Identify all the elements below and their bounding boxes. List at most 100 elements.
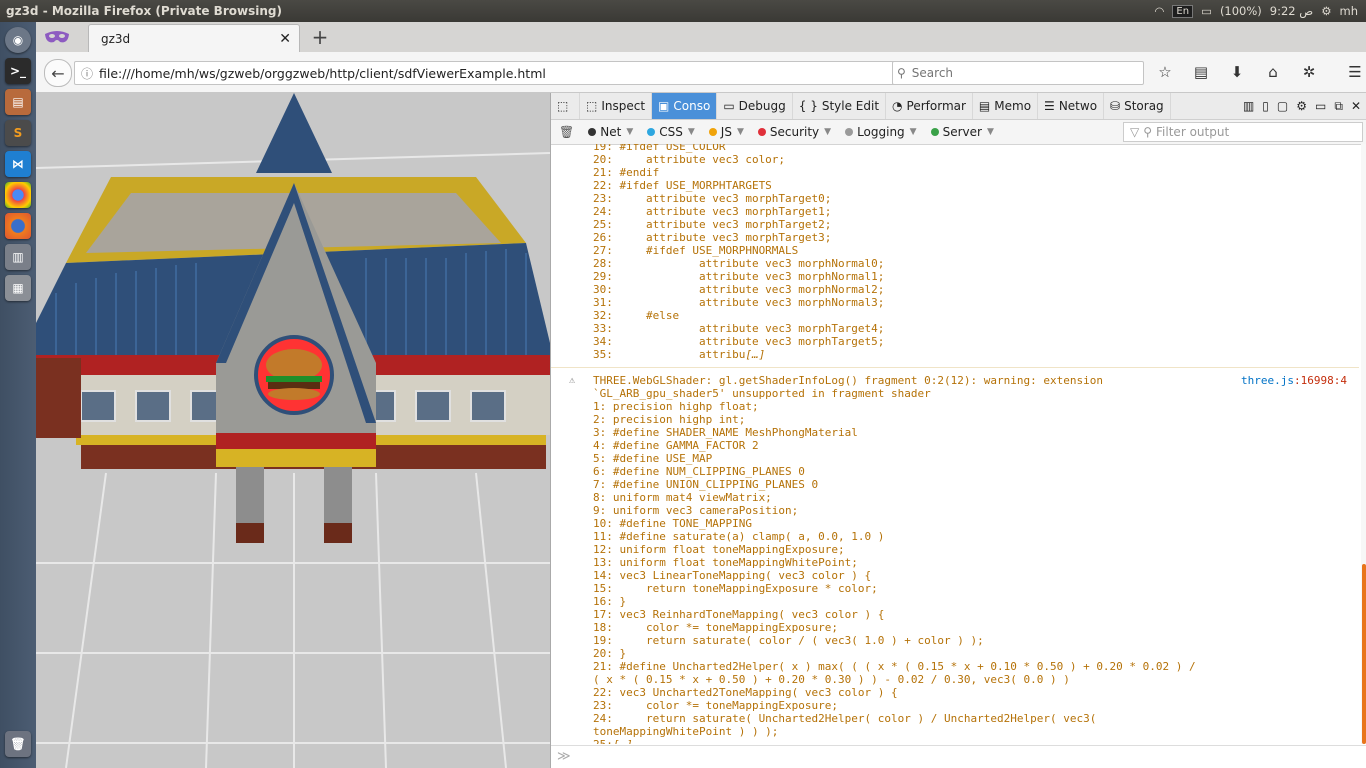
console-line: 31: attribute vec3 morphNormal3; [593,296,885,309]
filter-dot [845,128,854,136]
filter-button-0[interactable]: Net ▼ [588,125,633,139]
user-name[interactable]: mh [1340,4,1359,18]
close-tab-icon[interactable]: ✕ [279,31,291,47]
filter-dot [930,128,939,136]
console-line: 5: #define USE_MAP [593,452,713,465]
chevron-down-icon: ▼ [626,127,634,137]
firefox-icon[interactable] [5,213,31,239]
extension-icon[interactable]: ✲ [1296,59,1322,85]
console-line: 22: #ifdef USE_MORPHTARGETS [593,179,772,192]
console-line: 11: #define saturate(a) clamp( a, 0.0, 1… [593,530,885,543]
3d-viewport[interactable] [36,93,550,768]
devtools-tab-4[interactable]: ◔ Performar [886,93,973,119]
scrollbar-thumb[interactable] [1362,564,1366,744]
vscode-icon[interactable]: ⋈ [5,151,31,177]
hamburger-menu-icon[interactable]: ☰ [1342,59,1366,85]
console-line: `GL_ARB_gpu_shader5' unsupported in frag… [593,387,931,400]
filter-button-4[interactable]: Logging ▼ [845,125,917,139]
filter-button-2[interactable]: JS ▼ [708,125,744,139]
devtools-tab-label: Memo [994,99,1032,113]
devtools-tab-6[interactable]: ☰ Netwo [1038,93,1105,119]
console-line: 4: #define GAMMA_FACTOR 2 [593,439,759,452]
bookmark-star-icon[interactable]: ☆ [1152,59,1178,85]
gear-icon[interactable]: ⚙ [1321,4,1331,18]
filter-button-5[interactable]: Server ▼ [930,125,994,139]
filter-output-input[interactable]: ▽ ⚲ Filter output [1123,122,1363,142]
navigation-bar: ← ⓘ file:///home/mh/ws/gzweb/orggzweb/ht… [36,52,1366,93]
search-input[interactable] [909,65,1143,81]
chevron-down-icon: ▼ [986,127,994,137]
dock-bottom-icon[interactable]: ▭ [1315,99,1326,114]
filter-dot [757,128,766,136]
home-icon[interactable]: ⌂ [1260,59,1286,85]
devtools-tab-1[interactable]: ▣ Conso [652,93,718,119]
filter-button-3[interactable]: Security ▼ [757,125,832,139]
filter-label: Logging [857,125,905,139]
trash-clear-icon[interactable]: 🗑 [559,125,574,139]
downloads-icon[interactable]: ⬇ [1224,59,1250,85]
filter-placeholder: Filter output [1156,125,1230,139]
text-editor-icon[interactable]: ▥ [5,244,31,270]
reading-list-icon[interactable]: ▤ [1188,59,1214,85]
trash-icon[interactable]: 🗑 [5,731,31,757]
wifi-icon[interactable]: ◠ [1154,4,1164,18]
3d-scene[interactable] [36,93,550,768]
devtools-tab-3[interactable]: { } Style Edit [793,93,887,119]
chrome-icon[interactable] [5,182,31,208]
close-devtools-icon[interactable]: ✕ [1351,99,1361,114]
url-text[interactable]: file:///home/mh/ws/gzweb/orggzweb/http/c… [99,66,896,81]
console-line: 9: uniform vec3 cameraPosition; [593,504,799,517]
files-icon[interactable]: ▤ [5,89,31,115]
console-line: 17: vec3 ReinhardToneMapping( vec3 color… [593,608,885,621]
filter-label: CSS [659,125,683,139]
url-bar[interactable]: ⓘ file:///home/mh/ws/gzweb/orggzweb/http… [74,61,918,85]
browser-tab[interactable]: gz3d ✕ [88,24,300,53]
devtools-tab-2[interactable]: ▭ Debugg [717,93,793,119]
new-tab-button[interactable]: + [308,25,332,49]
console-line: 3: #define SHADER_NAME MeshPhongMaterial [593,426,858,439]
console-input[interactable]: ≫ [551,745,1366,768]
filter-button-1[interactable]: CSS ▼ [647,125,695,139]
terminal-icon[interactable]: >_ [5,58,31,84]
dash-icon[interactable]: ◉ [5,27,31,53]
console-filter-bar: 🗑 Net ▼ CSS ▼ JS ▼ Security ▼ Logging ▼ Server ▼ ▽ … [551,120,1366,145]
sublime-icon[interactable]: S [5,120,31,146]
chevron-down-icon: ▼ [909,127,917,137]
screenshot-icon[interactable]: ▢ [1277,99,1288,114]
truncation-ellipsis[interactable]: […] [613,738,633,744]
console-output[interactable]: 19: #ifdef USE_COLOR 20: attribute vec3 c… [551,144,1359,744]
console-scrollbar[interactable] [1361,144,1366,744]
source-link[interactable]: three.js:16998:4 [1241,374,1347,387]
devtools-tab-0[interactable]: ⬚ Inspect [580,93,653,119]
battery-icon[interactable]: ▭ [1201,4,1212,18]
system-tray: ◠ En ▭ (100%) 9:22 ص ⚙ mh [1154,4,1358,18]
system-settings-icon[interactable]: ▦ [5,275,31,301]
undock-icon[interactable]: ⧉ [1334,99,1343,114]
layout-toggle-icon[interactable]: ▥ [1243,99,1254,114]
console-line: 14: vec3 LinearToneMapping( vec3 color )… [593,569,872,582]
os-top-bar: gz3d - Mozilla Firefox (Private Browsing… [0,0,1366,22]
devtools-tab-icon: { } [798,99,818,113]
pick-element-icon[interactable]: ⬚ [551,93,580,119]
keyboard-layout[interactable]: En [1172,4,1194,18]
console-line: 32: #else [593,309,680,322]
devtools-tab-icon: ▣ [658,99,670,113]
settings-icon[interactable]: ⚙ [1296,99,1307,114]
console-line: 7: #define UNION_CLIPPING_PLANES 0 [593,478,819,491]
search-icon: ⚲ [1143,125,1153,139]
devtools-tab-icon: ◔ [892,99,903,113]
devtools-tab-7[interactable]: ⛁ Storag [1104,93,1171,119]
responsive-icon[interactable]: ▯ [1262,99,1269,114]
clock[interactable]: 9:22 ص [1270,4,1313,18]
chevron-down-icon: ▼ [824,127,832,137]
truncation-ellipsis[interactable]: […] [745,348,765,361]
back-button[interactable]: ← [44,59,72,87]
search-bar[interactable]: ⚲ [892,61,1144,85]
console-line: 12: uniform float toneMappingExposure; [593,543,845,556]
devtools-tab-icon: ⬚ [586,99,598,113]
console-line: 26: attribute vec3 morphTarget3; [593,231,832,244]
info-icon[interactable]: ⓘ [81,65,93,82]
console-line: 13: uniform float toneMappingWhitePoint; [593,556,858,569]
console-line: 24: return saturate( Uncharted2Helper( c… [593,712,1097,725]
devtools-tab-5[interactable]: ▤ Memo [973,93,1039,119]
